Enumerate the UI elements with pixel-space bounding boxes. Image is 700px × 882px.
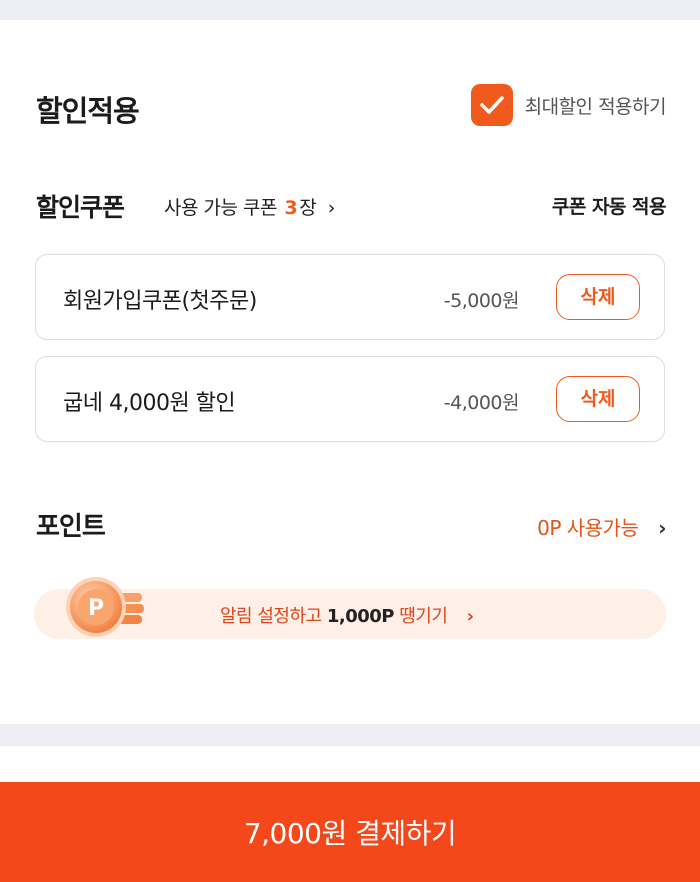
pay-button[interactable]: 7,000원 결제하기	[0, 782, 700, 882]
available-coupons-count: 3	[284, 197, 298, 219]
coupon-auto-apply-button[interactable]: 쿠폰 자동 적용	[552, 192, 667, 219]
point-promo-banner[interactable]: P 알림 설정하고 1,000P 땡기기 ›	[34, 577, 666, 639]
point-section-title: 포인트	[36, 512, 106, 542]
coupon-name: 회원가입쿠폰(첫주문)	[63, 289, 257, 314]
available-coupons-link[interactable]: 사용 가능 쿠폰 3장 ›	[164, 193, 335, 220]
coupon-header: 할인쿠폰 사용 가능 쿠폰 3장 › 쿠폰 자동 적용	[36, 188, 667, 226]
promo-prefix: 알림 설정하고	[220, 606, 322, 627]
top-section-divider	[0, 0, 700, 20]
bottom-section-divider	[0, 724, 700, 746]
coupon-delete-button[interactable]: 삭제	[556, 274, 640, 320]
max-discount-checkbox[interactable]	[470, 84, 513, 126]
max-discount-toggle[interactable]: 최대할인 적용하기	[470, 84, 667, 126]
discount-section-title: 할인적용	[36, 94, 140, 128]
max-discount-label: 최대할인 적용하기	[524, 95, 667, 118]
point-coin-icon: P	[60, 575, 180, 641]
chevron-right-icon: ›	[658, 516, 666, 540]
available-coupons-prefix: 사용 가능 쿠폰	[164, 197, 277, 219]
coin-letter: P	[88, 596, 104, 621]
chevron-right-icon: ›	[466, 606, 474, 627]
coupon-card: 굽네 4,000원 할인 -4,000원 삭제	[35, 356, 665, 442]
coupon-name: 굽네 4,000원 할인	[63, 391, 236, 416]
promo-highlight: 1,000P	[326, 606, 395, 627]
coupon-amount: -5,000원	[443, 290, 520, 312]
point-promo-text: 알림 설정하고 1,000P 땡기기 ›	[220, 602, 474, 628]
coupon-amount: -4,000원	[443, 392, 520, 414]
coupon-section-title: 할인쿠폰	[36, 193, 125, 222]
point-available-link[interactable]: 0P 사용가능 ›	[537, 512, 666, 541]
coupon-card: 회원가입쿠폰(첫주문) -5,000원 삭제	[35, 254, 665, 340]
coupon-delete-button[interactable]: 삭제	[556, 376, 640, 422]
promo-suffix: 땡기기	[399, 606, 448, 627]
checkmark-icon	[479, 96, 504, 114]
chevron-right-icon: ›	[327, 197, 336, 219]
point-available-label: 0P 사용가능	[537, 516, 639, 540]
available-coupons-suffix: 장	[299, 197, 317, 219]
